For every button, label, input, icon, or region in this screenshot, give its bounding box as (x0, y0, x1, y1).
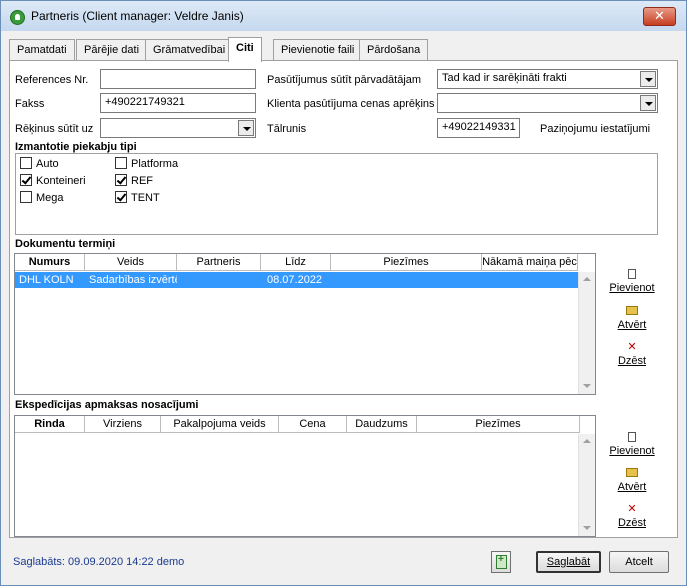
pasutijumus-select[interactable]: Tad kad ir sarēķināti frakti (437, 69, 658, 89)
open-folder-icon (602, 306, 662, 317)
checkbox-tent[interactable]: TENT (115, 191, 160, 205)
document-icon (628, 269, 636, 279)
calculator-icon (496, 554, 507, 569)
cell-piezimes (331, 272, 482, 288)
table-row[interactable]: DHL KOLN Sadarbības izvērtē: 08.07.2022 (15, 272, 579, 288)
rekinus-select[interactable] (100, 118, 256, 138)
column-header-rinda[interactable]: Rinda (15, 416, 85, 433)
calculator-button[interactable] (491, 551, 511, 573)
column-header-lidz[interactable]: Līdz (261, 254, 331, 271)
delete-x-icon: ✕ (627, 503, 637, 515)
cell-numurs: DHL KOLN (19, 274, 74, 286)
cell-lidz: 08.07.2022 (267, 274, 323, 286)
checkbox-box-checked (115, 191, 127, 203)
column-header-nakama-maina[interactable]: Nākamā maiņa pēc (482, 254, 578, 271)
talrunis-label: Tālrunis (267, 123, 307, 135)
chevron-down-icon[interactable] (238, 120, 254, 136)
document-icon (628, 432, 636, 442)
cell-partneris (177, 272, 261, 288)
tab-citi[interactable]: Citi (228, 37, 262, 62)
close-button[interactable]: ✕ (643, 7, 676, 26)
documents-grid-header: Numurs Veids Partneris Līdz Piezīmes Nāk… (15, 254, 595, 271)
documents-open-button[interactable]: Atvērt (602, 306, 662, 331)
rekinus-label: Rēķinus sūtīt uz (15, 123, 94, 135)
references-input[interactable] (100, 69, 256, 89)
payment-delete-button[interactable]: ✕ Dzēst (602, 503, 662, 530)
pasutijumus-select-value: Tad kad ir sarēķināti frakti (442, 72, 567, 84)
checkbox-box-checked (115, 174, 127, 186)
delete-x-icon: ✕ (627, 341, 637, 353)
title-bar: Partneris (Client manager: Veldre Janis)… (1, 1, 686, 31)
fakss-input[interactable]: +490221749321 (100, 93, 256, 113)
documents-title: Dokumentu termiņi (15, 238, 116, 250)
folder-icon (626, 306, 638, 315)
talrunis-input[interactable]: +49022149331 (437, 118, 520, 138)
documents-delete-button[interactable]: ✕ Dzēst (602, 341, 662, 368)
column-header-partneris[interactable]: Partneris (177, 254, 261, 271)
column-header-piezimes[interactable]: Piezīmes (417, 416, 580, 433)
fakss-label: Fakss (15, 98, 45, 110)
checkbox-konteineri[interactable]: Konteineri (20, 174, 86, 188)
new-document-icon (602, 432, 662, 443)
tab-pardosana[interactable]: Pārdošana (359, 39, 429, 61)
column-header-daudzums[interactable]: Daudzums (347, 416, 417, 433)
window-title: Partneris (Client manager: Veldre Janis) (31, 9, 244, 23)
column-header-veids[interactable]: Veids (85, 254, 177, 271)
payment-grid-header: Rinda Virziens Pakalpojuma veids Cena Da… (15, 416, 595, 433)
app-icon (10, 10, 25, 25)
cell-nakama (482, 272, 578, 288)
checkbox-platforma[interactable]: Platforma (115, 157, 178, 171)
payment-add-button[interactable]: Pievienot (602, 432, 662, 457)
chevron-down-icon[interactable] (640, 71, 656, 87)
column-header-cena[interactable]: Cena (279, 416, 347, 433)
cell-veids: Sadarbības izvērtē: (89, 274, 177, 286)
documents-add-button[interactable]: Pievienot (602, 269, 662, 294)
checkbox-box (20, 191, 32, 203)
tab-gramatvedibai[interactable]: Grāmatvedībai (145, 39, 234, 61)
payment-scrollbar[interactable] (578, 434, 595, 536)
cancel-button[interactable]: Atcelt (609, 551, 669, 573)
documents-scrollbar[interactable] (578, 272, 595, 394)
payment-open-button[interactable]: Atvērt (602, 468, 662, 493)
column-header-numurs[interactable]: Numurs (15, 254, 85, 271)
scroll-down-icon[interactable] (579, 520, 595, 536)
folder-icon (626, 468, 638, 477)
payment-title: Ekspedīcijas apmaksas nosacījumi (15, 399, 199, 411)
trailers-groupbox (15, 153, 658, 235)
references-label: References Nr. (15, 74, 89, 86)
tab-parejie-dati[interactable]: Pārējie dati (76, 39, 148, 61)
checkbox-auto[interactable]: Auto (20, 157, 59, 171)
checkbox-box-checked (20, 174, 32, 186)
cenas-select[interactable] (437, 93, 658, 113)
payment-grid[interactable]: Rinda Virziens Pakalpojuma veids Cena Da… (14, 415, 596, 537)
checkbox-box (115, 157, 127, 169)
checkbox-mega[interactable]: Mega (20, 191, 64, 205)
pasutijumus-label: Pasūtījumus sūtīt pārvadātājam (267, 74, 422, 86)
scroll-up-icon[interactable] (579, 434, 595, 450)
checkbox-ref[interactable]: REF (115, 174, 153, 188)
tab-pievienotie-faili[interactable]: Pievienotie faili (273, 39, 363, 61)
column-header-pakalpojuma-veids[interactable]: Pakalpojuma veids (161, 416, 279, 433)
cenas-label: Klienta pasūtījuma cenas aprēķins (267, 98, 435, 110)
scroll-up-icon[interactable] (579, 272, 595, 288)
pazinojumu-settings-link[interactable]: Paziņojumu iestatījumi (540, 123, 650, 135)
save-status-text: Saglabāts: 09.09.2020 14:22 demo (13, 556, 185, 568)
partner-window: Partneris (Client manager: Veldre Janis)… (0, 0, 687, 586)
tab-pamatdati[interactable]: Pamatdati (9, 39, 75, 61)
column-header-piezimes[interactable]: Piezīmes (331, 254, 482, 271)
open-folder-icon (602, 468, 662, 479)
save-button[interactable]: Saglabāt (536, 551, 601, 573)
documents-grid[interactable]: Numurs Veids Partneris Līdz Piezīmes Nāk… (14, 253, 596, 395)
new-document-icon (602, 269, 662, 280)
column-header-virziens[interactable]: Virziens (85, 416, 161, 433)
checkbox-box (20, 157, 32, 169)
scroll-down-icon[interactable] (579, 378, 595, 394)
trailers-title: Izmantotie piekabju tipi (15, 141, 137, 153)
chevron-down-icon[interactable] (640, 95, 656, 111)
